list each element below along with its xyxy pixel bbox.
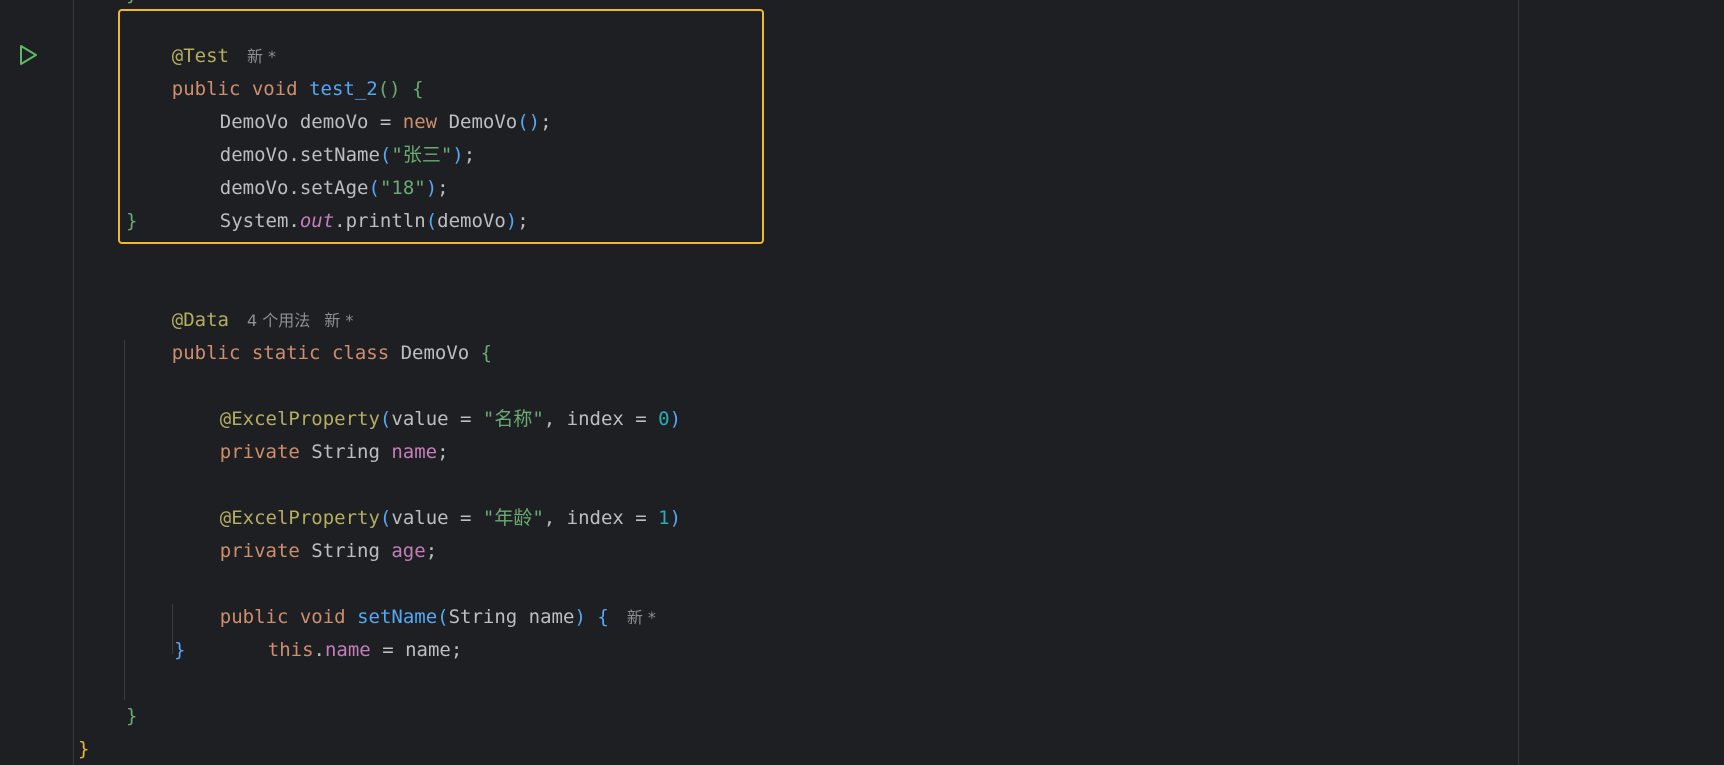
param-index: , index = [543, 507, 659, 529]
code-line-data-annotation[interactable]: @Data 4 个用法新 * [126, 271, 354, 331]
code-editor[interactable]: } @Test新 * public void test_2() { DemoVo… [0, 0, 1724, 765]
params: String name [448, 606, 575, 628]
code-line-excel-prop-2[interactable]: @ExcelProperty(value = "年龄", index = 1) [174, 469, 681, 529]
semicolon: ; [463, 144, 476, 166]
string-literal: "年龄" [482, 507, 544, 529]
static-field-out: out [299, 210, 335, 232]
gutter-divider [73, 0, 74, 765]
code-line-class-close[interactable]: } [126, 700, 137, 733]
code-line-setter-close[interactable]: } [174, 634, 185, 667]
keyword-class: class [331, 342, 390, 364]
indent-guide [172, 604, 173, 654]
class-ref: System. [219, 210, 300, 232]
right-margin-guide [1518, 0, 1519, 765]
keyword-public: public [171, 342, 241, 364]
method-call: .println [334, 210, 426, 232]
code-line-method-signature[interactable]: public void test_2() { [126, 40, 424, 100]
semicolon: ; [517, 210, 529, 232]
code-line-set-age[interactable]: demoVo.setAge("18"); [174, 139, 449, 199]
semicolon: ; [540, 111, 552, 133]
parens: () [517, 111, 541, 133]
keyword-private: private [219, 540, 300, 562]
semicolon: ; [437, 441, 449, 463]
indent-guide [124, 340, 125, 700]
semicolon: ; [425, 540, 438, 562]
paren-close: ) [505, 210, 518, 232]
code-line-field-age[interactable]: private String age; [174, 502, 437, 562]
number-literal: 1 [658, 507, 670, 529]
inlay-hint-new[interactable]: 新 * [627, 608, 656, 627]
param-index: , index = [543, 408, 659, 430]
keyword-private: private [219, 441, 300, 463]
keyword-this: this [267, 639, 314, 661]
number-literal: 0 [658, 408, 670, 430]
code-line-setter-signature[interactable]: public void setName(String name) {新 * [174, 568, 656, 628]
code-line-outer-close[interactable]: } [78, 733, 89, 765]
code-line-field-name[interactable]: private String name; [174, 403, 449, 463]
paren-close: ) [574, 606, 586, 628]
code-line-excel-prop-1[interactable]: @ExcelProperty(value = "名称", index = 0) [174, 370, 681, 430]
code-line-set-name[interactable]: demoVo.setName("张三"); [174, 106, 475, 166]
string-literal: "名称" [482, 408, 544, 430]
code-line-class-decl[interactable]: public static class DemoVo { [126, 304, 492, 364]
class-name: DemoVo [389, 342, 481, 364]
field-name: name [324, 639, 371, 661]
dot: . [313, 639, 325, 661]
code-line-method-close[interactable]: } [126, 205, 137, 238]
keyword-static: static [251, 342, 321, 364]
type-string: String [299, 441, 392, 463]
assignment: = name; [370, 639, 463, 661]
paren-close: ) [669, 507, 682, 529]
brace-open: { [597, 606, 609, 628]
field-name: name [391, 441, 438, 463]
brace-open: { [480, 342, 493, 364]
code-line-setter-body[interactable]: this.name = name; [222, 601, 463, 661]
field-age: age [391, 540, 426, 562]
paren-close: ) [452, 144, 464, 166]
code-line-println[interactable]: System.out.println(demoVo); [174, 172, 529, 232]
code-line-annotation[interactable]: @Test 新 * [126, 7, 276, 67]
code-line-new-demovo[interactable]: DemoVo demoVo = new DemoVo(); [174, 73, 552, 133]
argument: demoVo [437, 210, 506, 232]
run-test-icon[interactable] [16, 43, 40, 67]
type-string: String [299, 540, 392, 562]
paren-close: ) [669, 408, 682, 430]
paren-open: ( [425, 210, 438, 232]
